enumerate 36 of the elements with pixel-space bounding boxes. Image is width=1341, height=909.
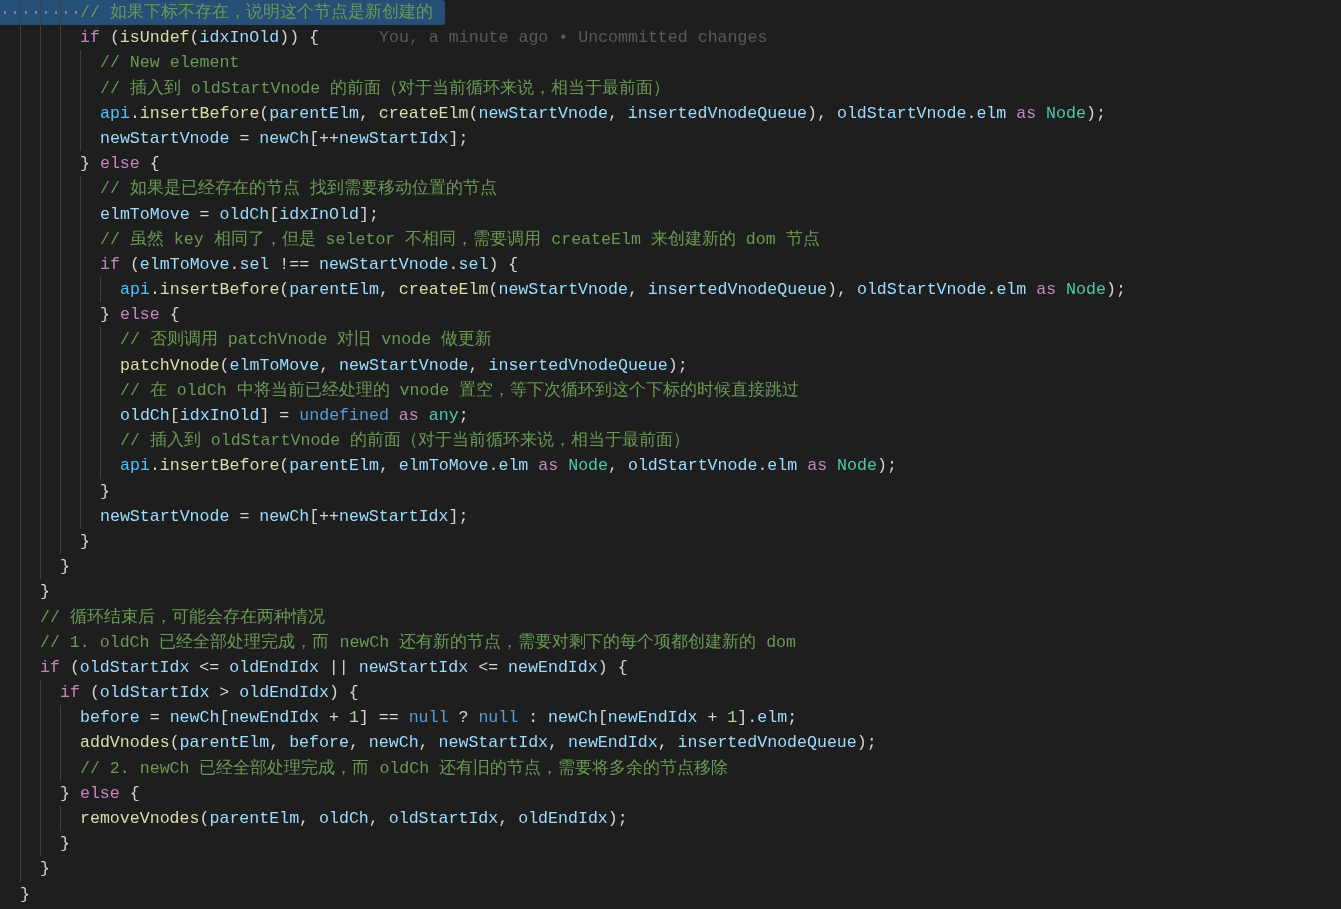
code-line: // New element <box>0 50 240 76</box>
code-line: before = newCh[newEndIdx + 1] == null ? null : newCh[newEndIdx + 1].elm; <box>0 705 798 731</box>
code-line: // 插入到 oldStartVnode 的前面（对于当前循环来说，相当于最前面） <box>0 428 691 454</box>
code-line: oldCh[idxInOld] = undefined as any; <box>0 403 469 429</box>
code-line: if (oldStartIdx > oldEndIdx) { <box>0 680 359 706</box>
code-line: // 1. oldCh 已经全部处理完成，而 newCh 还有新的节点，需要对剩下的每个项都创建新的 dom <box>0 629 797 655</box>
code-line: } <box>0 831 70 857</box>
git-blame-annotation: You, a minute ago • Uncommitted changes <box>379 27 768 50</box>
code-line: // 如果是已经存在的节点 找到需要移动位置的节点 <box>0 176 497 202</box>
code-line: } <box>0 579 50 605</box>
code-line: } <box>19 883 30 906</box>
code-line: // 在 oldCh 中将当前已经处理的 vnode 置空，等下次循环到这个下标的时候直接跳过 <box>0 377 800 403</box>
code-line: } <box>0 856 50 882</box>
code-line: } else { <box>0 151 160 177</box>
code-line: api.insertBefore(parentElm, createElm(newStartVnode, insertedVnodeQueue), oldStartVnode.elm as Node); <box>0 100 1106 126</box>
code-line: api.insertBefore(parentElm, elmToMove.elm as Node, oldStartVnode.elm as Node); <box>0 453 897 479</box>
code-line: } <box>0 528 90 555</box>
code-line: addVnodes(parentElm, before, newCh, newStartIdx, newEndIdx, insertedVnodeQueue); <box>0 730 877 756</box>
code-line: newStartVnode = newCh[++newStartIdx]; <box>0 125 469 152</box>
code-line: api.insertBefore(parentElm, createElm(newStartVnode, insertedVnodeQueue), oldStartVnode.elm as Node); <box>0 277 1126 303</box>
code-line: if (isUndef(idxInOld)) { <box>0 25 320 51</box>
code-line: } else { <box>0 780 140 806</box>
code-line: } <box>0 554 70 580</box>
code-line: newStartVnode = newCh[++newStartIdx]; <box>0 503 469 529</box>
code-line: if (oldStartIdx <= oldEndIdx || newStartIdx <= newEndIdx) { <box>0 654 628 681</box>
code-line: patchVnode(elmToMove, newStartVnode, insertedVnodeQueue); <box>0 352 688 378</box>
code-line: removeVnodes(parentElm, oldCh, oldStartIdx, oldEndIdx); <box>0 806 628 832</box>
code-line: elmToMove = oldCh[idxInOld]; <box>0 201 379 227</box>
code-line: // 否则调用 patchVnode 对旧 vnode 做更新 <box>0 327 493 353</box>
code-line: // 插入到 oldStartVnode 的前面（对于当前循环来说，相当于最前面） <box>0 75 671 101</box>
code-line: } else { <box>0 302 180 328</box>
code-line: // 循环结束后，可能会存在两种情况 <box>0 604 325 630</box>
code-line: // 2. newCh 已经全部处理完成，而 oldCh 还有旧的节点，需要将多余的节点移除 <box>0 755 729 781</box>
code-line: } <box>0 478 110 504</box>
code-line: // 虽然 key 相同了，但是 seletor 不相同，需要调用 createElm 来创建新的 dom 节点 <box>0 226 820 252</box>
code-line: if (elmToMove.sel !== newStartVnode.sel) { <box>0 251 519 278</box>
